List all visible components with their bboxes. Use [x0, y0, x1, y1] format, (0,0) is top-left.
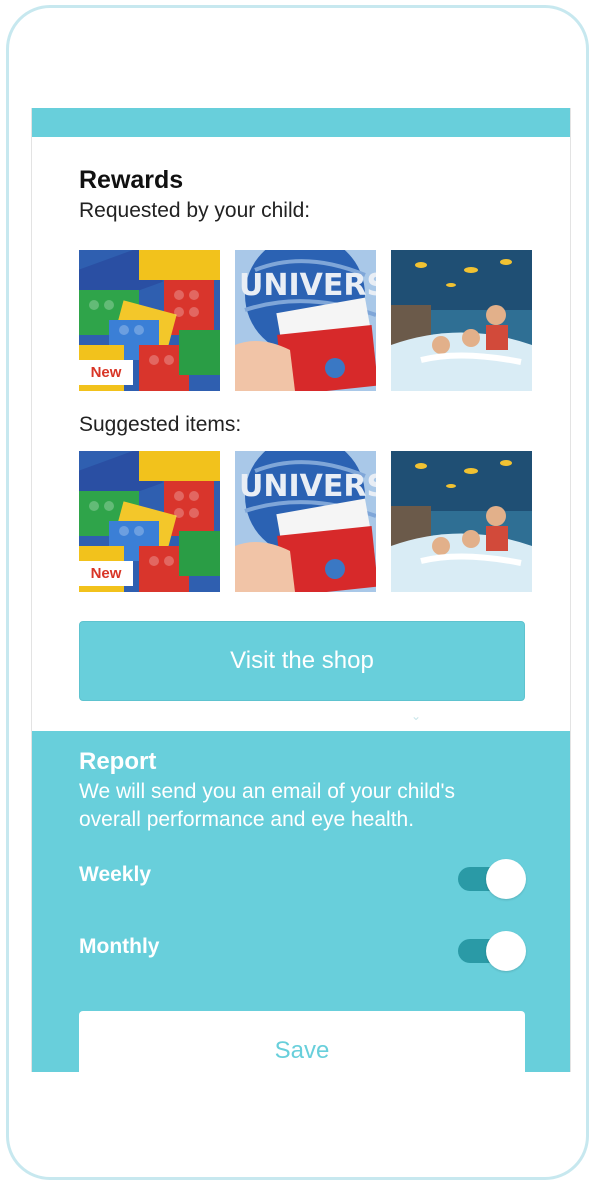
new-badge: New — [79, 561, 133, 586]
toggle-knob — [486, 931, 526, 971]
requested-label: Requested by your child: — [79, 199, 311, 222]
rewards-title: Rewards — [79, 166, 184, 194]
aquarium-water-park-image — [391, 451, 532, 592]
suggested-label: Suggested items: — [79, 413, 242, 436]
visit-shop-button[interactable]: Visit the shop — [79, 621, 525, 701]
report-description: We will send you an email of your child'… — [79, 780, 455, 831]
universal-studios-tickets-image: UNIVERS — [235, 451, 376, 592]
weekly-label: Weekly — [79, 863, 151, 886]
aquarium-water-park-image — [391, 250, 532, 391]
universal-sign-text: UNIVERS — [239, 469, 376, 504]
monthly-label: Monthly — [79, 935, 160, 958]
report-title: Report — [79, 748, 157, 775]
universal-sign-text: UNIVERS — [239, 268, 376, 303]
report-section: Report We will send you an email of your… — [32, 731, 570, 1072]
chevron-down-icon: ⌄ — [411, 709, 422, 723]
save-button[interactable]: Save — [79, 1011, 525, 1072]
reward-item-aquarium[interactable] — [391, 250, 532, 391]
suggested-item-aquarium[interactable] — [391, 451, 532, 592]
suggested-item-universal[interactable]: UNIVERS — [235, 451, 376, 592]
suggested-item-lego[interactable]: New — [79, 451, 220, 592]
top-bar — [32, 108, 570, 137]
new-badge: New — [79, 360, 133, 385]
universal-studios-tickets-image: UNIVERS — [235, 250, 376, 391]
reward-item-universal[interactable]: UNIVERS — [235, 250, 376, 391]
toggle-knob — [486, 859, 526, 899]
monthly-toggle[interactable] — [456, 929, 528, 973]
reward-item-lego[interactable]: New — [79, 250, 220, 391]
weekly-toggle[interactable] — [456, 857, 528, 901]
app-screen: Rewards Requested by your child: New UNI… — [31, 108, 571, 1072]
